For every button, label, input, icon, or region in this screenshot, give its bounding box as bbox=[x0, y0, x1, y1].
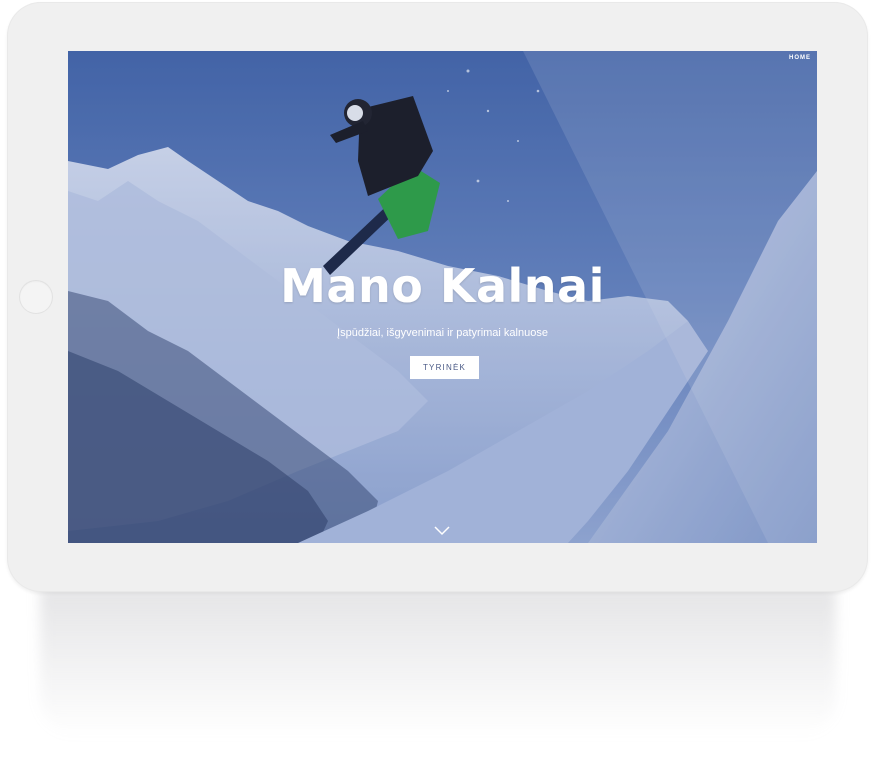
website-screen: HOME Mano Kalnai Įspūdžiai, išgyvenimai … bbox=[68, 51, 817, 543]
device-shadow bbox=[40, 588, 836, 738]
mockup-stage: HOME Mano Kalnai Įspūdžiai, išgyvenimai … bbox=[0, 0, 876, 782]
tablet-device-frame: HOME Mano Kalnai Įspūdžiai, išgyvenimai … bbox=[7, 2, 868, 592]
chevron-down-icon[interactable] bbox=[434, 526, 450, 536]
nav-link-home[interactable]: HOME bbox=[789, 55, 811, 61]
hero-subtitle: Įspūdžiai, išgyvenimai ir patyrimai kaln… bbox=[337, 327, 548, 339]
device-home-button bbox=[19, 280, 53, 314]
explore-button[interactable]: TYRINĖK bbox=[410, 356, 479, 379]
hero-title: Mano Kalnai bbox=[280, 259, 605, 313]
